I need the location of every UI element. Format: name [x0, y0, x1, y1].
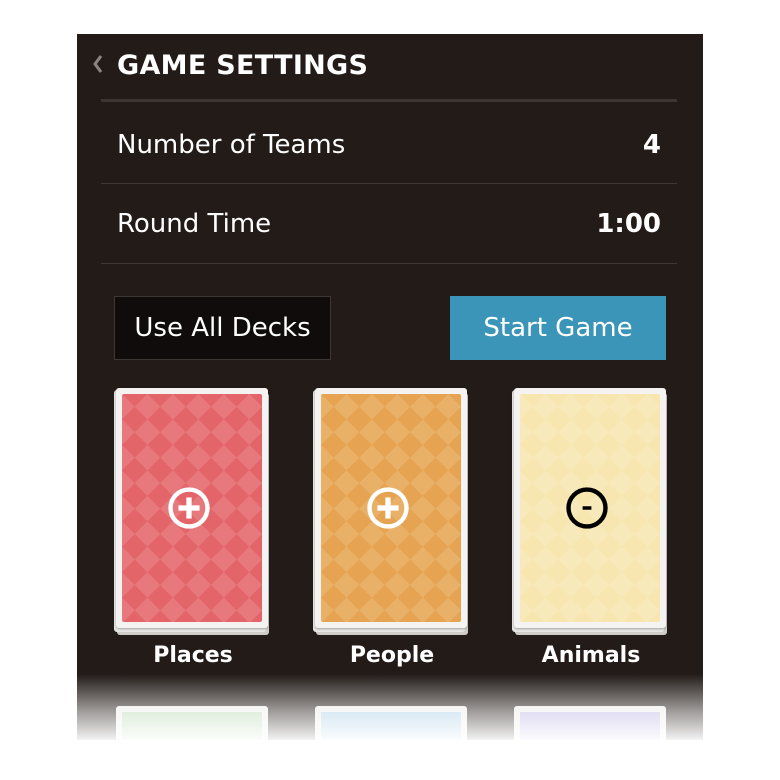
deck-card-peek[interactable]	[116, 706, 268, 740]
setting-label: Number of Teams	[117, 130, 346, 160]
deck-card	[315, 388, 467, 628]
deck-card-peek[interactable]	[315, 706, 467, 740]
deck-card-animals[interactable]	[512, 388, 670, 635]
use-all-decks-button[interactable]: Use All Decks	[114, 296, 331, 360]
deck-name: Places	[153, 643, 233, 668]
setting-number-of-teams[interactable]: Number of Teams 4	[101, 106, 677, 184]
deck-card-people[interactable]	[313, 388, 471, 635]
row-divider	[101, 183, 677, 184]
setting-label: Round Time	[117, 209, 272, 239]
minus-circle-icon[interactable]	[565, 486, 609, 530]
setting-round-time[interactable]: Round Time 1:00	[101, 185, 677, 263]
deck-card	[514, 388, 666, 628]
plus-circle-icon[interactable]	[167, 486, 211, 530]
deck-name: Animals	[541, 643, 641, 668]
chevron-left-icon[interactable]	[91, 52, 109, 76]
header: GAME SETTINGS	[77, 34, 703, 100]
card-face	[520, 712, 660, 740]
game-settings-screen: GAME SETTINGS Number of Teams 4 Round Ti…	[77, 34, 703, 740]
deck-card-peek[interactable]	[514, 706, 666, 740]
deck-card	[116, 388, 268, 628]
plus-circle-icon[interactable]	[366, 486, 410, 530]
card-face	[321, 712, 461, 740]
page-title: GAME SETTINGS	[117, 50, 369, 81]
setting-value: 4	[642, 130, 661, 160]
deck-name: People	[349, 643, 435, 668]
header-divider	[101, 99, 677, 102]
deck-card-places[interactable]	[114, 388, 272, 635]
row-divider	[101, 263, 677, 264]
start-game-button[interactable]: Start Game	[450, 296, 666, 360]
card-face	[122, 712, 262, 740]
setting-value: 1:00	[596, 209, 661, 239]
